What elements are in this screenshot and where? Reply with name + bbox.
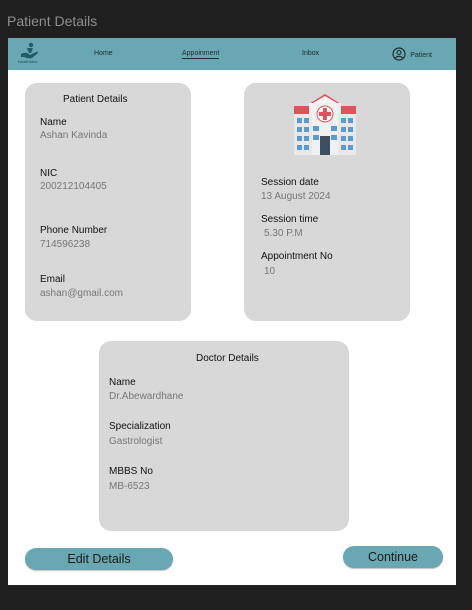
doctor-details-card: Doctor Details Name Dr.Abewardhane Speci… [99,341,349,531]
user-circle-icon [392,47,406,63]
edit-details-button[interactable]: Edit Details [25,548,173,570]
nic-label: NIC [40,168,58,179]
doctor-name-value: Dr.Abewardhane [109,391,184,402]
mbbs-label: MBBS No [109,466,153,477]
window-title: Patient Details [7,13,98,29]
logo-text: HealthMed [18,59,38,64]
phone-label: Phone Number [40,225,108,236]
session-date-label: Session date [261,177,319,188]
doctor-card-title: Doctor Details [196,353,259,364]
patient-name-value: Ashan Kavinda [40,130,108,141]
appointment-no-label: Appointment No [261,251,333,262]
top-navbar: HealthMed Home Appoinment Inbox Patient [8,38,456,70]
nic-value: 200212104405 [40,181,107,192]
email-value: ashan@gmail.com [40,288,123,299]
doctor-name-label: Name [109,377,136,388]
appointment-no-value: 10 [264,266,276,277]
session-date-value: 13 August 2024 [261,191,331,202]
nav-home[interactable]: Home [94,50,113,57]
phone-value: 714596238 [40,239,91,250]
hospital-building-icon [289,90,361,161]
session-time-value: 5.30 P.M [264,228,303,239]
specialization-label: Specialization [109,421,171,432]
nav-appointment[interactable]: Appoinment [182,50,220,59]
patient-details-screen: HealthMed Home Appoinment Inbox Patient … [8,38,456,585]
session-time-label: Session time [261,214,319,225]
email-label: Email [40,274,66,285]
session-card: Session date 13 August 2024 Session time… [244,83,410,321]
patient-name-label: Name [40,117,67,128]
user-label: Patient [410,51,432,59]
mbbs-value: MB-6523 [109,481,150,492]
continue-button[interactable]: Continue [343,546,443,568]
patient-card-title: Patient Details [63,94,128,105]
nav-inbox[interactable]: Inbox [302,50,319,57]
patient-details-card: Patient Details Name Ashan Kavinda NIC 2… [25,83,191,321]
specialization-value: Gastrologist [109,436,163,447]
user-menu[interactable]: Patient [392,47,432,63]
